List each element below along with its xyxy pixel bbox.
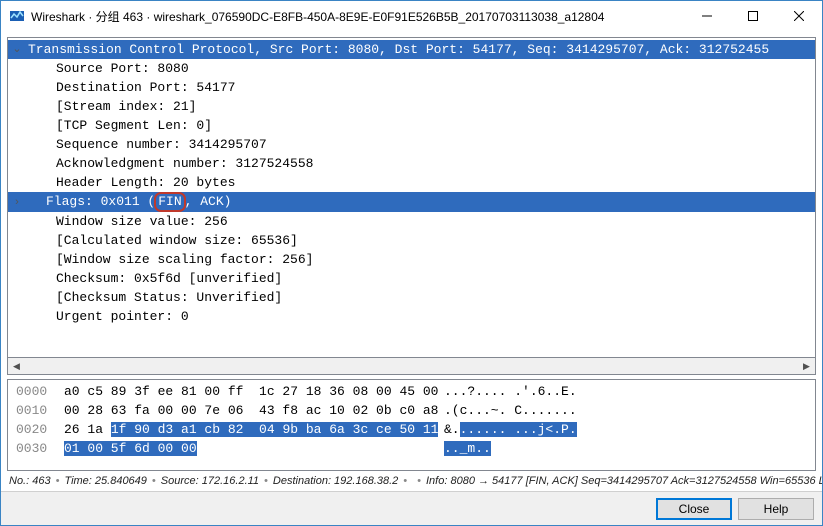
app-icon [9,8,25,24]
close-button[interactable]: Close [656,498,732,520]
tree-row[interactable]: Header Length: 20 bytes [8,173,815,192]
tree-row[interactable]: [TCP Segment Len: 0] [8,116,815,135]
tree-row[interactable]: Destination Port: 54177 [8,78,815,97]
tree-row[interactable]: Sequence number: 3414295707 [8,135,815,154]
status-source: Source: 172.16.2.11 [161,475,259,487]
hex-offset: 0000 [16,382,64,401]
tree-row-text: Window size value: 256 [54,212,230,231]
tree-row-text: [Calculated window size: 65536] [54,231,300,250]
scroll-right-icon[interactable]: ▶ [798,358,815,374]
hex-offset: 0030 [16,439,64,458]
hex-bytes: a0 c5 89 3f ee 81 00 ff 1c 27 18 36 08 0… [64,382,444,401]
tree-row-text: Sequence number: 3414295707 [54,135,269,154]
scroll-left-icon[interactable]: ◀ [8,358,25,374]
status-time: Time: 25.840649 [64,475,146,487]
status-info: Info: 8080 → 54177 [FIN, ACK] Seq=341429… [426,475,822,487]
tree-row[interactable]: › Flags: 0x011 (FIN, ACK) [8,192,815,212]
hex-bytes: 01 00 5f 6d 00 00 [64,439,444,458]
title-bar: Wireshark · 分组 463 · wireshark_076590DC-… [1,1,822,31]
close-window-button[interactable] [776,1,822,31]
hex-ascii: .(c...~. C....... [444,401,577,420]
tree-row-text: Header Length: 20 bytes [54,173,237,192]
tree-row-text: [Checksum Status: Unverified] [54,288,284,307]
window-controls [684,1,822,31]
window-title: Wireshark · 分组 463 · wireshark_076590DC-… [31,8,684,25]
tree-row[interactable]: [Window size scaling factor: 256] [8,250,815,269]
tree-row-text: [Window size scaling factor: 256] [54,250,315,269]
hex-bytes: 00 28 63 fa 00 00 7e 06 43 f8 ac 10 02 0… [64,401,444,420]
tree-row-text: [Stream index: 21] [54,97,198,116]
tree-row[interactable]: Urgent pointer: 0 [8,307,815,326]
hex-row[interactable]: 0000a0 c5 89 3f ee 81 00 ff 1c 27 18 36 … [16,382,811,401]
hex-row[interactable]: 001000 28 63 fa 00 00 7e 06 43 f8 ac 10 … [16,401,811,420]
status-destination: Destination: 192.168.38.2 [273,475,398,487]
tree-row[interactable]: [Calculated window size: 65536] [8,231,815,250]
status-bar: No.: 463• Time: 25.840649• Source: 172.1… [1,471,822,491]
minimize-button[interactable] [684,1,730,31]
dialog-button-bar: Close Help [1,491,822,525]
tree-row-text: Flags: 0x011 (FIN, ACK) [44,192,804,212]
tree-row-text: [TCP Segment Len: 0] [54,116,214,135]
hex-offset: 0010 [16,401,64,420]
hex-row[interactable]: 002026 1a 1f 90 d3 a1 cb 82 04 9b ba 6a … [16,420,811,439]
chevron-right-icon[interactable]: › [8,193,26,212]
packet-details-tree[interactable]: ⌄Transmission Control Protocol, Src Port… [7,37,816,358]
hex-ascii: .._m.. [444,439,491,458]
horizontal-scrollbar[interactable]: ◀ ▶ [7,358,816,375]
tree-row[interactable]: Window size value: 256 [8,212,815,231]
maximize-button[interactable] [730,1,776,31]
tree-row[interactable]: ⌄Transmission Control Protocol, Src Port… [8,40,815,59]
packet-bytes-pane[interactable]: 0000a0 c5 89 3f ee 81 00 ff 1c 27 18 36 … [7,379,816,471]
tree-row[interactable]: Acknowledgment number: 3127524558 [8,154,815,173]
hex-offset: 0020 [16,420,64,439]
fin-flag-highlight: FIN [154,192,185,212]
tree-row-text: Source Port: 8080 [54,59,191,78]
status-no: No.: 463 [9,475,51,487]
tree-row-text: Acknowledgment number: 3127524558 [54,154,315,173]
hex-bytes: 26 1a 1f 90 d3 a1 cb 82 04 9b ba 6a 3c c… [64,420,444,439]
hex-ascii: &....... ...j<.P. [444,420,577,439]
help-button[interactable]: Help [738,498,814,520]
hex-ascii: ...?.... .'.6..E. [444,382,577,401]
tree-row-text: Transmission Control Protocol, Src Port:… [26,40,786,59]
tree-row-text: Checksum: 0x5f6d [unverified] [54,269,284,288]
tree-row-text: Urgent pointer: 0 [54,307,191,326]
chevron-down-icon[interactable]: ⌄ [8,40,26,59]
tree-row[interactable]: Checksum: 0x5f6d [unverified] [8,269,815,288]
hex-row[interactable]: 003001 00 5f 6d 00 00.._m.. [16,439,811,458]
tree-row[interactable]: [Checksum Status: Unverified] [8,288,815,307]
tree-row-text: Destination Port: 54177 [54,78,237,97]
tree-row[interactable]: [Stream index: 21] [8,97,815,116]
tree-row[interactable]: Source Port: 8080 [8,59,815,78]
